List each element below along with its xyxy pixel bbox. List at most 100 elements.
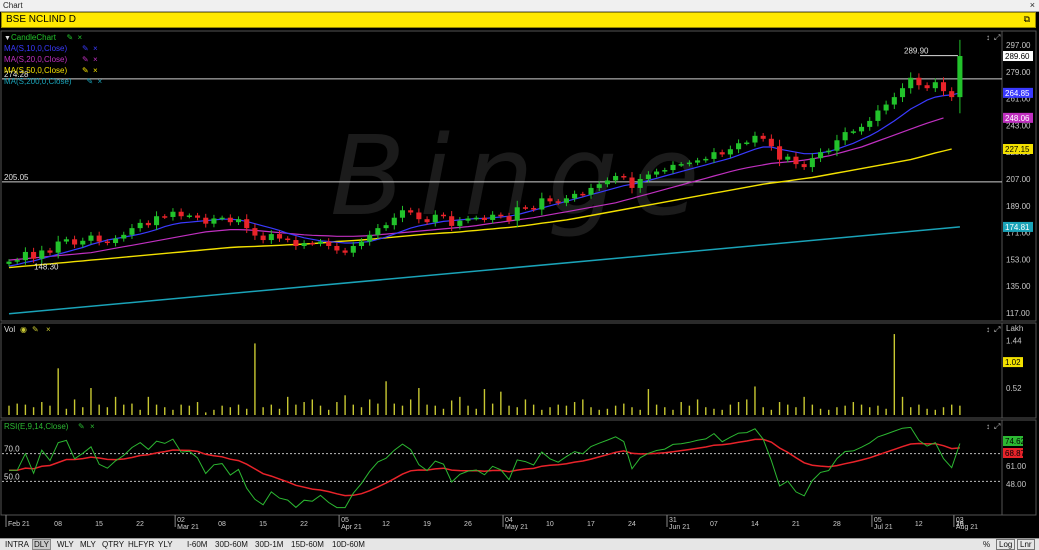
period-i60m[interactable]: I-60M [186,539,208,550]
edit-pencil-icon[interactable]: ✎ [82,66,89,75]
volume-bar [877,405,879,415]
period-30d1m[interactable]: 30D-1M [254,539,284,550]
period-wly[interactable]: WLY [56,539,75,550]
volume-bar [778,402,781,415]
remove-icon[interactable]: × [98,77,103,86]
x-axis-tick-top: 31 [669,517,677,524]
volume-bar [98,404,100,415]
candle-body [883,104,889,111]
period-15d60m[interactable]: 15D-60M [290,539,325,550]
candle-body [154,216,160,226]
legend-entry[interactable]: MA(S,50,0,Close) [4,66,67,75]
edit-pencil-icon[interactable]: ✎ [82,55,89,64]
close-icon[interactable]: × [1030,0,1035,11]
volume-bar [368,399,371,415]
log-toggle[interactable]: Log [996,539,1016,550]
candle-body [375,228,381,235]
volume-bar [664,407,666,415]
candle-body [744,142,750,145]
remove-icon[interactable]: × [46,325,51,334]
candle-body [334,246,340,251]
candle-body [383,225,389,229]
percent-toggle[interactable]: % [983,539,990,550]
volume-bar [16,403,18,415]
candle-body [104,241,110,244]
volume-bar [205,412,207,415]
volume-bar [606,408,609,415]
window-restore-icon[interactable]: ⧉ [1024,14,1030,25]
remove-icon[interactable]: × [93,44,98,53]
candle-body [301,243,307,246]
panel-arrows-icon[interactable]: ↕ [986,325,990,334]
period-yly[interactable]: YLY [157,539,174,550]
remove-icon[interactable]: × [78,33,83,42]
volume-bar [57,368,59,415]
x-axis-tick-label: 10 [546,521,554,528]
legend-entry[interactable]: MA(S,10,0,Close) [4,44,67,53]
candle-body [629,177,635,188]
edit-pencil-icon[interactable]: ✎ [87,77,94,86]
remove-icon[interactable]: × [93,66,98,75]
remove-icon[interactable]: × [93,55,98,64]
period-30d60m[interactable]: 30D-60M [214,539,249,550]
edit-pencil-icon[interactable]: ✎ [82,44,89,53]
panel-expand-icon[interactable]: ⤢ [993,422,1000,431]
period-hlfyr[interactable]: HLFYR [127,539,155,550]
edit-pencil-icon[interactable]: ✎ [78,422,85,431]
last-value-label: 264.85 [1005,89,1030,98]
volume-bar [442,408,445,415]
candle-body [809,158,815,168]
period-10d60m[interactable]: 10D-60M [331,539,366,550]
collapse-icon[interactable]: ▼ [4,35,11,42]
candle-body [22,251,28,261]
rsi-legend[interactable]: RSI(E,9,14,Close) [4,422,69,431]
volume-bar [90,388,92,415]
volume-legend[interactable]: Vol [4,325,15,334]
candle-body [752,135,758,143]
legend-entry[interactable]: MA(S,200,0,Close) [4,77,72,86]
chart-canvas[interactable]: Binge297.00279.00261.00243.00225.00207.0… [0,29,1039,538]
panel-expand-icon[interactable]: ⤢ [993,33,1000,42]
candle-body [162,216,168,218]
visibility-eye-icon[interactable]: ◉ [20,325,27,334]
panel-expand-icon[interactable]: ⤢ [993,325,1000,334]
period-dly[interactable]: DLY [32,539,51,550]
candle-body [514,207,520,221]
period-qtry[interactable]: QTRY [101,539,125,550]
volume-tick-label: 0.52 [1006,384,1022,393]
volume-bar [828,409,830,415]
panel-arrows-icon[interactable]: ↕ [986,422,990,431]
legend-entry[interactable]: MA(S,20,0,Close) [4,55,67,64]
candle-body [760,135,766,139]
candle-body [842,132,848,141]
x-axis-tick-label: Apr 21 [341,524,362,531]
price-tick-label: 189.00 [1006,202,1031,211]
edit-pencil-icon[interactable]: ✎ [67,33,74,42]
legend-entry[interactable]: CandleChart [11,33,57,42]
volume-bar [500,391,502,415]
volume-bar [114,396,117,415]
candle-body [137,222,143,229]
volume-bar [934,409,937,415]
remove-icon[interactable]: × [90,422,95,431]
x-axis-tick-label: 12 [382,521,390,528]
edit-pencil-icon[interactable]: ✎ [32,325,39,334]
period-intra[interactable]: INTRA [4,539,30,550]
price-tick-label: 207.00 [1006,175,1031,184]
x-axis-tick-label: Mar 21 [177,524,199,531]
volume-bar [483,389,486,415]
volume-bar [836,407,838,415]
candle-body [695,160,701,163]
candle-body [6,261,12,264]
volume-bar [852,402,855,415]
volume-bar [951,404,953,415]
linear-toggle[interactable]: Lnr [1017,539,1035,550]
period-mly[interactable]: MLY [79,539,97,550]
candle-body [785,156,791,160]
candle-body [736,143,742,150]
volume-bar [557,404,559,415]
panel-arrows-icon[interactable]: ↕ [986,33,990,42]
volume-bar [721,409,723,415]
candle-body [285,238,291,241]
annotation-label: 289.90 [904,47,929,56]
